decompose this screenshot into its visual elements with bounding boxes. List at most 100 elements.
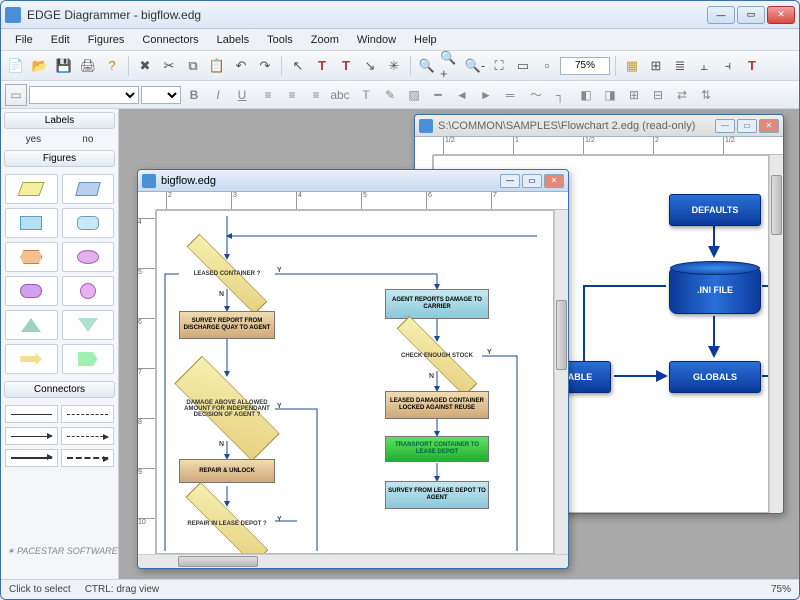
zoom-fit-button[interactable]: ⛶ <box>488 55 510 77</box>
maximize-button[interactable]: ▭ <box>737 6 765 24</box>
underline-button[interactable]: U <box>231 84 253 106</box>
node-leased-container[interactable]: LEASED CONTAINER ? <box>179 259 275 289</box>
new-button[interactable]: 📄 <box>5 55 27 77</box>
child1-minimize[interactable]: — <box>500 174 520 188</box>
figure-decision[interactable] <box>5 174 58 204</box>
child1-canvas[interactable]: LEASED CONTAINER ? Y N SURVEY REPORT FRO… <box>156 210 554 554</box>
minimize-button[interactable]: — <box>707 6 735 24</box>
child1-scroll-v[interactable] <box>554 210 568 554</box>
align-center-button[interactable]: ≡ <box>281 84 303 106</box>
label-yes[interactable]: yes <box>26 134 42 145</box>
node-leased-locked[interactable]: LEASED DAMAGED CONTAINER LOCKED AGAINST … <box>385 391 489 419</box>
flip-h-button[interactable]: ⇄ <box>671 84 693 106</box>
layers-button[interactable]: ≣ <box>669 55 691 77</box>
node-ini-file[interactable]: .INI FILE <box>669 266 761 314</box>
font-size-combo[interactable] <box>141 86 181 104</box>
zoom-in-button[interactable]: 🔍+ <box>440 55 462 77</box>
cut-button[interactable]: ✂ <box>158 55 180 77</box>
child1-close[interactable]: ✕ <box>544 174 564 188</box>
menu-tools[interactable]: Tools <box>259 32 301 48</box>
node-globals[interactable]: GLOBALS <box>669 361 761 393</box>
figure-arrow[interactable] <box>5 344 58 374</box>
align-left-button[interactable]: ≡ <box>257 84 279 106</box>
arrow-start-button[interactable]: ◄ <box>451 84 473 106</box>
select-tool[interactable]: ↖ <box>287 55 309 77</box>
figure-merge[interactable] <box>62 310 115 340</box>
help-button[interactable]: ? <box>101 55 123 77</box>
child-window-bigflow[interactable]: bigflow.edg — ▭ ✕ 2 3 4 5 6 7 4 5 <box>137 169 569 569</box>
font-combo[interactable] <box>29 86 139 104</box>
bold-button[interactable]: B <box>183 84 205 106</box>
label-button[interactable]: abc <box>329 84 351 106</box>
figure-preparation[interactable] <box>5 242 58 272</box>
menu-zoom[interactable]: Zoom <box>303 32 347 48</box>
distribute-button[interactable]: ⫞ <box>717 55 739 77</box>
zoom-tool[interactable]: 🔍 <box>416 55 438 77</box>
figure-data[interactable] <box>62 174 115 204</box>
label-no[interactable]: no <box>82 134 93 145</box>
undo-button[interactable]: ↶ <box>230 55 252 77</box>
open-button[interactable]: 📂 <box>29 55 51 77</box>
back-button[interactable]: ◨ <box>599 84 621 106</box>
text-tool[interactable]: T <box>311 55 333 77</box>
node-transport-depot[interactable]: TRANSPORT CONTAINER TO LEASE DEPOT <box>385 436 489 462</box>
redo-button[interactable]: ↷ <box>254 55 276 77</box>
arrow-end-button[interactable]: ► <box>475 84 497 106</box>
line-style-button[interactable]: ━ <box>427 84 449 106</box>
mdi-area[interactable]: S:\COMMON\SAMPLES\Flowchart 2.edg (read-… <box>119 109 799 579</box>
node-check-stock[interactable]: CHECK ENOUGH STOCK <box>389 341 485 371</box>
figures-panel-header[interactable]: Figures <box>4 150 115 167</box>
labels-panel-header[interactable]: Labels <box>4 112 115 129</box>
connector-arrow[interactable] <box>5 427 58 445</box>
text-style-button[interactable]: T <box>741 55 763 77</box>
paste-button[interactable]: 📋 <box>206 55 228 77</box>
snap-button[interactable]: ⊞ <box>645 55 667 77</box>
fill-color-button[interactable]: ▭ <box>5 84 27 106</box>
copy-button[interactable]: ⧉ <box>182 55 204 77</box>
menu-edit[interactable]: Edit <box>43 32 78 48</box>
front-button[interactable]: ◧ <box>575 84 597 106</box>
menu-window[interactable]: Window <box>349 32 404 48</box>
node-damage-above[interactable]: DAMAGE ABOVE ALLOWED AMOUNT FOR INDEPEND… <box>172 376 282 441</box>
menu-file[interactable]: File <box>7 32 41 48</box>
group-button[interactable]: ⊞ <box>623 84 645 106</box>
text-tool-2[interactable]: T <box>335 55 357 77</box>
grid-button[interactable]: ▦ <box>621 55 643 77</box>
line-weight-button[interactable]: ═ <box>499 84 521 106</box>
align-button[interactable]: ⫠ <box>693 55 715 77</box>
connector-line[interactable] <box>5 405 58 423</box>
node-repair-unlock[interactable]: REPAIR & UNLOCK <box>179 459 275 483</box>
ortho-button[interactable]: ┐ <box>549 84 571 106</box>
delete-button[interactable]: ✖ <box>134 55 156 77</box>
ungroup-button[interactable]: ⊟ <box>647 84 669 106</box>
figure-offpage[interactable] <box>62 344 115 374</box>
child1-maximize[interactable]: ▭ <box>522 174 542 188</box>
connector-thick-dashed[interactable] <box>61 449 114 467</box>
connectors-panel-header[interactable]: Connectors <box>4 381 115 398</box>
figure-process[interactable] <box>5 208 58 238</box>
print-button[interactable]: 🖨 <box>77 55 99 77</box>
node-repair-depot[interactable]: REPAIR IN LEASE DEPOT ? <box>179 506 275 541</box>
node-defaults[interactable]: DEFAULTS <box>669 194 761 226</box>
connector-dashed[interactable] <box>61 405 114 423</box>
node-survey-depot[interactable]: SURVEY FROM LEASE DEPOT TO AGENT <box>385 481 489 509</box>
node-survey-report[interactable]: SURVEY REPORT FROM DISCHARGE QUAY TO AGE… <box>179 311 275 339</box>
zoom-page-button[interactable]: ▭ <box>512 55 534 77</box>
figure-terminator-2[interactable] <box>5 276 58 306</box>
fill-button[interactable]: ▨ <box>403 84 425 106</box>
menu-labels[interactable]: Labels <box>209 32 257 48</box>
align-right-button[interactable]: ≡ <box>305 84 327 106</box>
child2-close[interactable]: ✕ <box>759 119 779 133</box>
child1-scroll-h[interactable] <box>138 554 568 568</box>
node-agent-reports[interactable]: AGENT REPORTS DAMAGE TO CARRIER <box>385 289 489 319</box>
figure-display[interactable] <box>62 242 115 272</box>
connector-tool[interactable]: ↘ <box>359 55 381 77</box>
curve-button[interactable]: ～ <box>525 84 547 106</box>
menu-connectors[interactable]: Connectors <box>134 32 206 48</box>
text-color-button[interactable]: T <box>355 84 377 106</box>
child2-scroll-v[interactable] <box>769 155 783 513</box>
figure-connector[interactable] <box>62 276 115 306</box>
zoom-combo[interactable] <box>560 57 610 75</box>
menu-figures[interactable]: Figures <box>80 32 133 48</box>
save-button[interactable]: 💾 <box>53 55 75 77</box>
